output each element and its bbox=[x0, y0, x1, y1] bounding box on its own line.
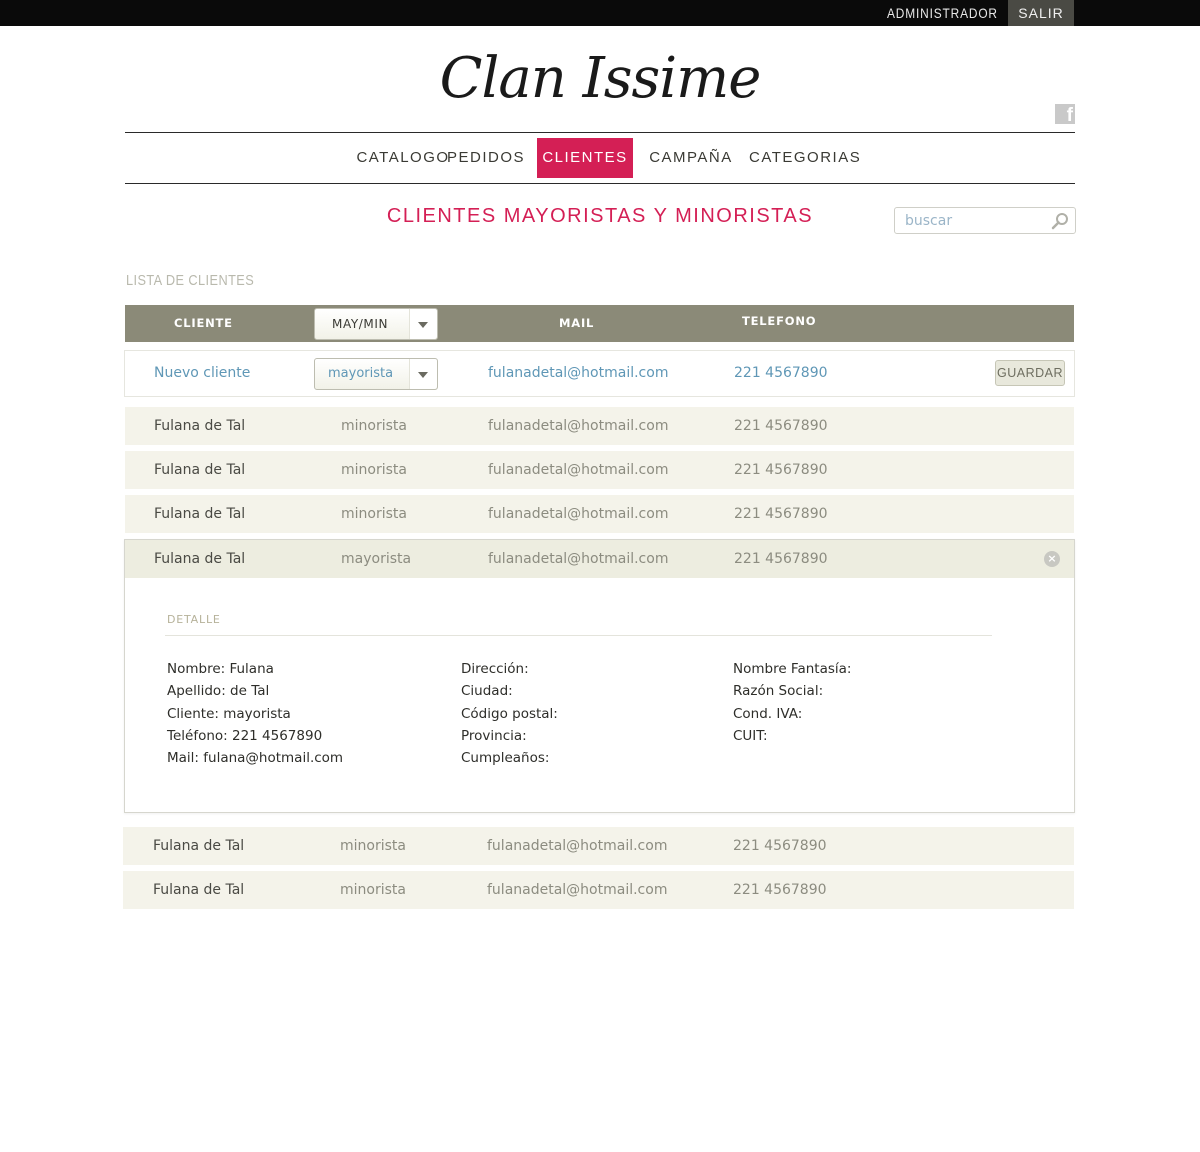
table-row[interactable]: Fulana de Tal minorista fulanadetal@hotm… bbox=[123, 827, 1074, 865]
detail-field: Nombre: Fulana bbox=[167, 661, 274, 677]
client-type: mayorista bbox=[341, 551, 412, 567]
table-row[interactable]: Fulana de Tal minorista fulanadetal@hotm… bbox=[125, 407, 1074, 445]
client-mail: fulanadetal@hotmail.com bbox=[488, 551, 669, 567]
dropdown-arrow-icon[interactable] bbox=[409, 359, 437, 389]
client-type: minorista bbox=[341, 418, 407, 434]
detail-field: Apellido: de Tal bbox=[167, 683, 270, 700]
table-row[interactable]: Fulana de Tal minorista fulanadetal@hotm… bbox=[125, 495, 1074, 533]
client-type: minorista bbox=[340, 882, 406, 898]
new-client-mail-field[interactable]: fulanadetal@hotmail.com bbox=[488, 351, 668, 396]
table-header: CLIENTE MAY/MIN MAIL TELEFONO bbox=[125, 305, 1074, 342]
new-client-type-value: mayorista bbox=[328, 366, 394, 381]
save-button[interactable]: GUARDAR bbox=[995, 360, 1065, 386]
detail-field: Código postal: bbox=[461, 705, 558, 722]
detail-field: Dirección: bbox=[461, 661, 529, 677]
client-phone: 221 4567890 bbox=[734, 418, 828, 434]
detail-field: Cumpleaños: bbox=[461, 750, 550, 767]
client-phone: 221 4567890 bbox=[734, 551, 828, 567]
client-name: Fulana de Tal bbox=[154, 462, 246, 478]
client-phone: 221 4567890 bbox=[734, 462, 828, 478]
client-name: Fulana de Tal bbox=[154, 418, 246, 434]
client-type: minorista bbox=[341, 462, 407, 478]
admin-label: ADMINISTRADOR bbox=[887, 5, 998, 21]
column-header-cliente: CLIENTE bbox=[174, 316, 233, 330]
main-nav: CATALOGO PEDIDOS CLIENTES CAMPAÑA CATEGO… bbox=[125, 132, 1075, 184]
new-client-row: Nuevo cliente mayorista fulanadetal@hotm… bbox=[124, 350, 1075, 397]
client-mail: fulanadetal@hotmail.com bbox=[488, 462, 669, 478]
detail-column-address: Dirección: Ciudad: Código postal: Provin… bbox=[461, 658, 558, 769]
table-row[interactable]: Fulana de Tal mayorista fulanadetal@hotm… bbox=[125, 540, 1074, 578]
client-type: minorista bbox=[341, 506, 407, 522]
nav-item-clientes[interactable]: CLIENTES bbox=[537, 138, 633, 178]
dropdown-arrow-icon[interactable] bbox=[409, 309, 437, 339]
detail-field: Mail: fulana@hotmail.com bbox=[167, 750, 344, 767]
client-name: Fulana de Tal bbox=[153, 882, 245, 898]
detail-field: CUIT: bbox=[733, 727, 768, 744]
detail-column-fiscal: Nombre Fantasía: Razón Social: Cond. IVA… bbox=[733, 658, 851, 747]
close-icon[interactable]: × bbox=[1044, 551, 1060, 567]
new-client-phone-field[interactable]: 221 4567890 bbox=[734, 351, 828, 396]
column-header-telefono: TELEFONO bbox=[742, 314, 817, 328]
detail-label: DETALLE bbox=[167, 613, 221, 626]
detail-field: Razón Social: bbox=[733, 683, 824, 700]
new-client-type-select[interactable]: mayorista bbox=[314, 358, 438, 390]
client-mail: fulanadetal@hotmail.com bbox=[487, 838, 668, 854]
logout-button[interactable]: SALIR bbox=[1008, 0, 1074, 26]
client-name: Fulana de Tal bbox=[154, 506, 246, 522]
detail-field: Ciudad: bbox=[461, 683, 513, 700]
client-phone: 221 4567890 bbox=[733, 882, 827, 898]
search-icon[interactable] bbox=[1051, 212, 1069, 230]
brand-logo[interactable]: Clan Issime bbox=[0, 44, 1200, 114]
detail-field: Teléfono: 221 4567890 bbox=[167, 727, 323, 744]
client-mail: fulanadetal@hotmail.com bbox=[488, 506, 669, 522]
table-row[interactable]: Fulana de Tal minorista fulanadetal@hotm… bbox=[125, 451, 1074, 489]
nav-item-campana[interactable]: CAMPAÑA bbox=[645, 138, 737, 178]
detail-field: Provincia: bbox=[461, 727, 527, 744]
client-name: Fulana de Tal bbox=[153, 838, 245, 854]
client-phone: 221 4567890 bbox=[734, 506, 828, 522]
type-filter-select[interactable]: MAY/MIN bbox=[314, 308, 438, 340]
client-mail: fulanadetal@hotmail.com bbox=[488, 418, 669, 434]
nav-item-catalogo[interactable]: CATALOGO bbox=[349, 138, 457, 178]
top-bar: ADMINISTRADOR SALIR bbox=[0, 0, 1200, 26]
table-row[interactable]: Fulana de Tal minorista fulanadetal@hotm… bbox=[123, 871, 1074, 909]
search-box bbox=[894, 207, 1076, 234]
detail-column-personal: Nombre: Fulana Apellido: de Tal Cliente:… bbox=[167, 658, 343, 769]
detail-divider bbox=[165, 635, 992, 636]
detail-field: Cond. IVA: bbox=[733, 705, 803, 722]
expanded-client-row: Fulana de Tal mayorista fulanadetal@hotm… bbox=[124, 539, 1075, 813]
detail-field: Nombre Fantasía: bbox=[733, 661, 852, 677]
detail-field: Cliente: mayorista bbox=[167, 705, 291, 722]
nav-item-categorias[interactable]: CATEGORIAS bbox=[749, 138, 860, 178]
nav-item-pedidos[interactable]: PEDIDOS bbox=[445, 138, 527, 178]
client-phone: 221 4567890 bbox=[733, 838, 827, 854]
new-client-name-field[interactable]: Nuevo cliente bbox=[154, 351, 250, 396]
facebook-icon[interactable]: f bbox=[1055, 104, 1075, 124]
client-mail: fulanadetal@hotmail.com bbox=[487, 882, 668, 898]
type-filter-value: MAY/MIN bbox=[332, 317, 389, 331]
search-input[interactable] bbox=[895, 208, 1045, 233]
list-title: LISTA DE CLIENTES bbox=[126, 272, 255, 289]
client-type: minorista bbox=[340, 838, 406, 854]
column-header-mail: MAIL bbox=[559, 316, 595, 330]
client-name: Fulana de Tal bbox=[154, 551, 246, 567]
